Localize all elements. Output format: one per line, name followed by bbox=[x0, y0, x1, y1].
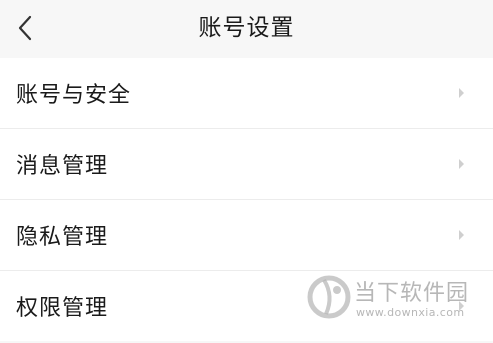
header: 账号设置 bbox=[0, 0, 493, 58]
menu-item-privacy-management[interactable]: 隐私管理 bbox=[0, 200, 493, 271]
menu-item-message-management[interactable]: 消息管理 bbox=[0, 129, 493, 200]
menu-item-label: 隐私管理 bbox=[16, 225, 109, 250]
chevron-right-icon bbox=[459, 301, 464, 311]
menu-item-permission-management[interactable]: 权限管理 bbox=[0, 271, 493, 341]
page-title: 账号设置 bbox=[198, 15, 295, 41]
menu-item-label: 消息管理 bbox=[16, 154, 109, 179]
menu-item-account-security[interactable]: 账号与安全 bbox=[0, 58, 493, 129]
chevron-right-icon bbox=[459, 230, 464, 240]
chevron-right-icon bbox=[459, 159, 464, 169]
menu-item-label: 账号与安全 bbox=[16, 83, 132, 108]
settings-list: 账号与安全 消息管理 隐私管理 权限管理 bbox=[0, 58, 493, 341]
chevron-right-icon bbox=[459, 88, 464, 98]
menu-item-label: 权限管理 bbox=[16, 296, 109, 321]
